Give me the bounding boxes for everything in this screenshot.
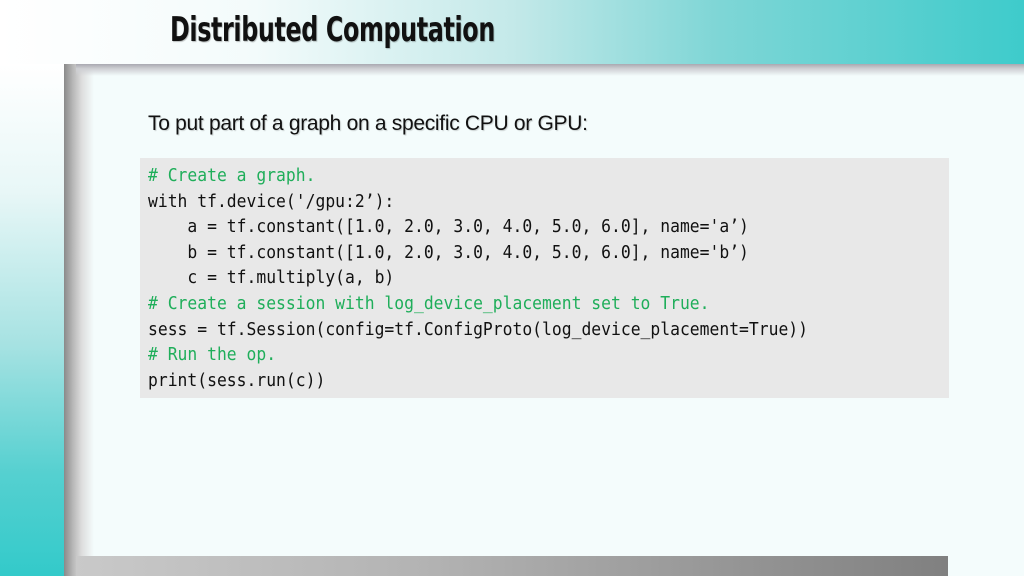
code-line: with tf.device('/gpu:2’): [148, 191, 395, 212]
code-line: print(sess.run(c)) [148, 370, 326, 391]
left-gradient-band [0, 64, 64, 576]
code-listing: # Create a graph. with tf.device('/gpu:2’… [148, 164, 808, 394]
header-gradient-band [0, 0, 1024, 64]
footer-bar [76, 556, 948, 576]
panel-top-shadow [76, 64, 1024, 76]
slide-subtitle: To put part of a graph on a specific CPU… [148, 112, 588, 135]
code-line-comment: # Create a session with log_device_place… [148, 293, 710, 314]
panel-left-shadow [64, 64, 94, 576]
code-line-comment: # Create a graph. [148, 166, 316, 186]
code-line: a = tf.constant([1.0, 2.0, 3.0, 4.0, 5.0… [148, 217, 749, 238]
code-line: b = tf.constant([1.0, 2.0, 3.0, 4.0, 5.0… [148, 242, 749, 263]
slide-title: Distributed Computation [170, 10, 495, 50]
code-line: sess = tf.Session(config=tf.ConfigProto(… [148, 319, 809, 340]
code-line: c = tf.multiply(a, b) [148, 268, 395, 289]
code-line-comment: # Run the op. [148, 345, 277, 366]
